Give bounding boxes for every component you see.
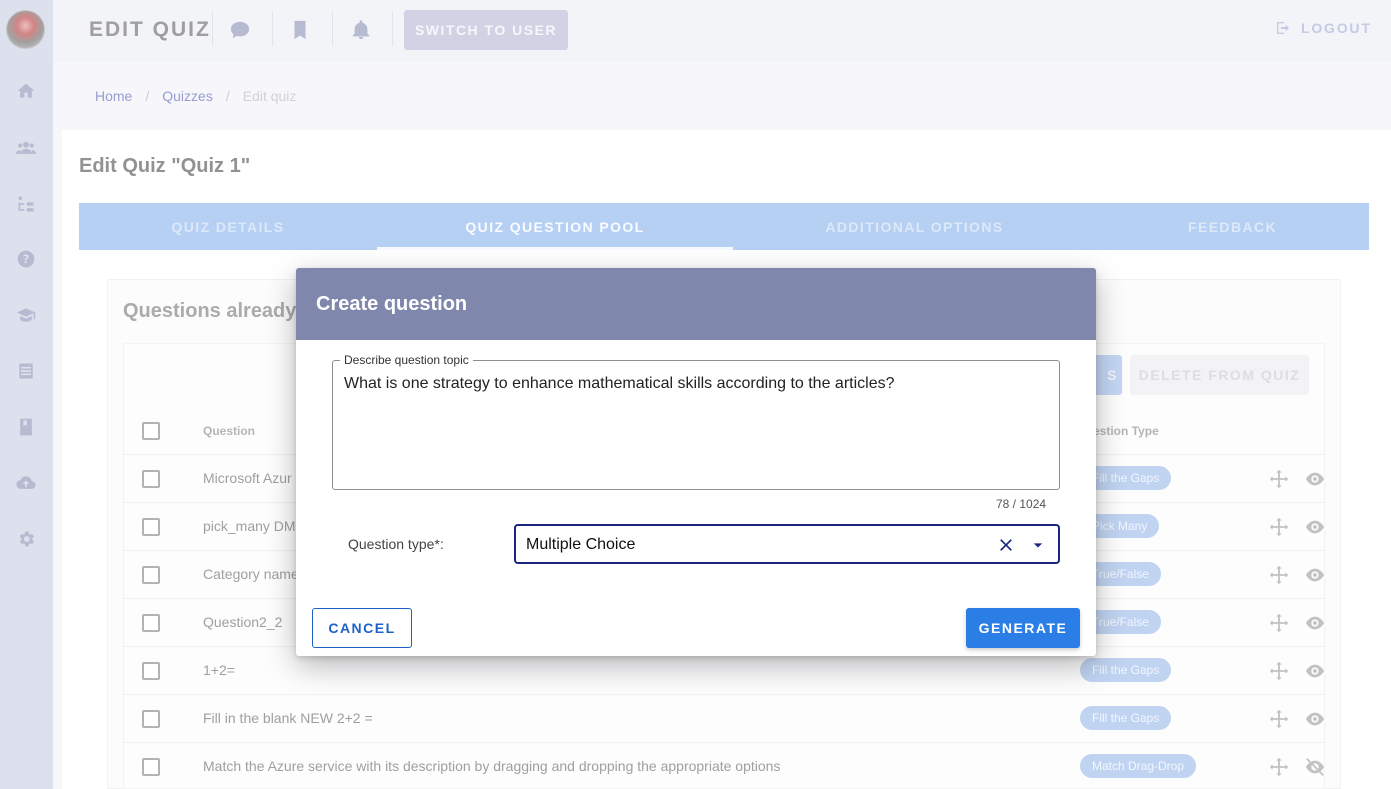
- question-type-select[interactable]: Multiple Choice: [514, 524, 1060, 564]
- question-type-value: Multiple Choice: [526, 536, 636, 553]
- clear-icon[interactable]: [996, 535, 1016, 555]
- question-topic-label: Describe question topic: [340, 353, 473, 367]
- create-question-dialog: Create question Describe question topic …: [296, 268, 1096, 656]
- question-topic-value[interactable]: What is one strategy to enhance mathemat…: [344, 375, 895, 393]
- dialog-title: Create question: [296, 268, 1096, 340]
- chevron-down-icon[interactable]: [1028, 535, 1048, 555]
- generate-button[interactable]: GENERATE: [966, 608, 1080, 648]
- question-type-label: Question type*:: [348, 536, 444, 552]
- cancel-button[interactable]: CANCEL: [312, 608, 412, 648]
- character-counter: 78 / 1024: [996, 497, 1047, 511]
